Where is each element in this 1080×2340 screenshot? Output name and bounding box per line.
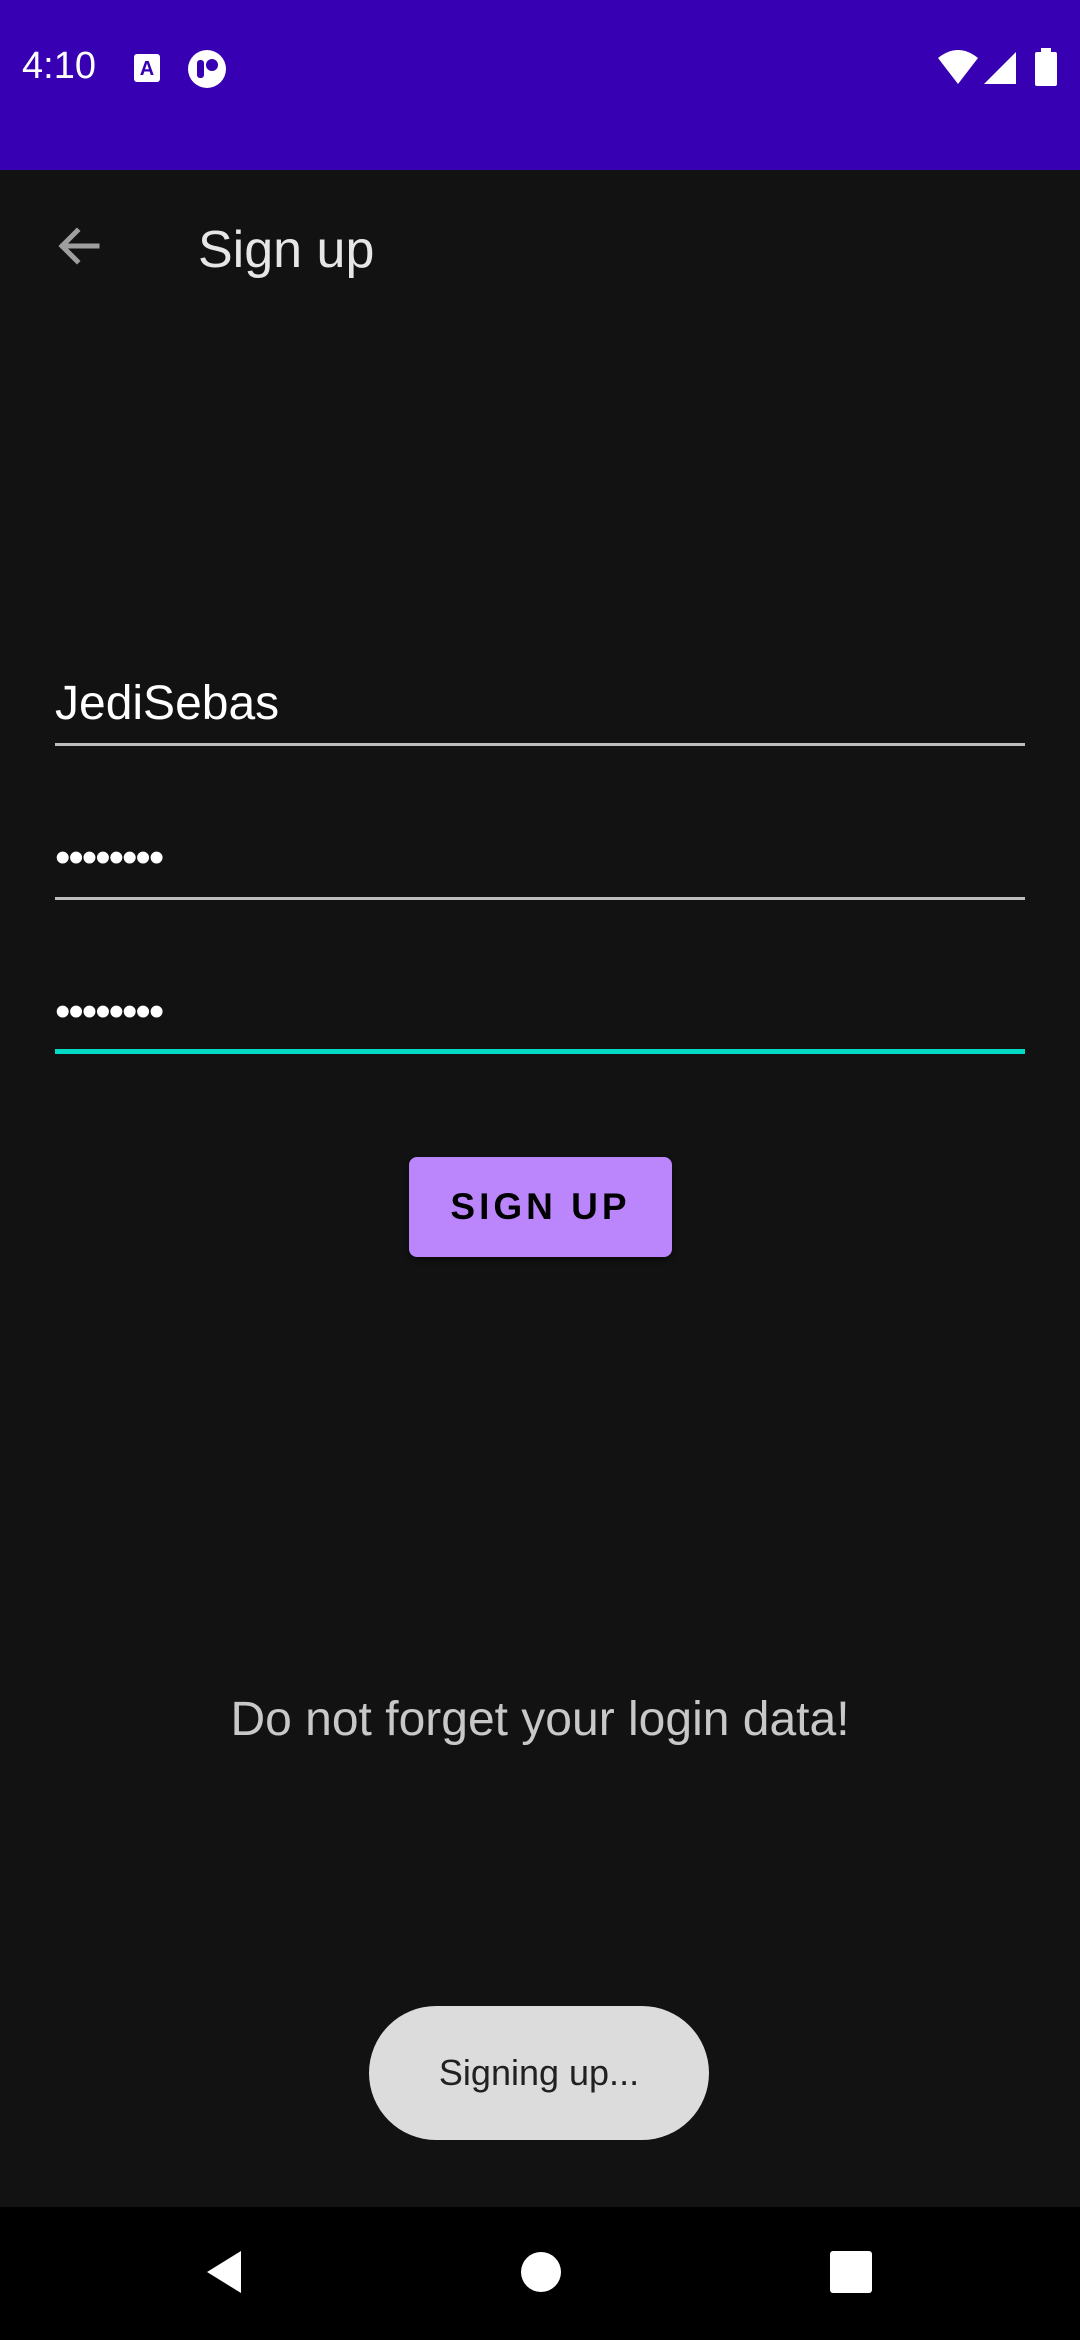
- assistant-icon: [186, 48, 226, 88]
- nav-recents-button[interactable]: [806, 2229, 896, 2319]
- username-underline: [55, 743, 1025, 746]
- nav-home-button[interactable]: [496, 2229, 586, 2319]
- toast-text: Signing up...: [438, 2052, 640, 2093]
- confirm-password-underline: [55, 1049, 1025, 1054]
- nav-back-button[interactable]: [181, 2229, 271, 2319]
- back-button[interactable]: [40, 210, 116, 286]
- page-title: Sign up: [198, 221, 375, 279]
- arrow-back-icon: [53, 221, 103, 276]
- font-a-icon: A: [132, 48, 172, 88]
- cellular-signal-icon: [982, 48, 1018, 88]
- nav-home-icon: [519, 2250, 563, 2299]
- sign-up-screen: 4:10 A Sign up JediSebas •••••••• ••••••…: [0, 0, 1080, 2340]
- svg-text:A: A: [140, 58, 154, 80]
- password-field[interactable]: ••••••••: [55, 790, 1025, 900]
- battery-icon: [1034, 48, 1058, 88]
- username-value: JediSebas: [55, 677, 280, 730]
- status-bar: 4:10 A: [0, 0, 1080, 170]
- confirm-password-field[interactable]: ••••••••: [55, 944, 1025, 1054]
- login-data-hint: Do not forget your login data!: [230, 1693, 850, 1746]
- wifi-icon: [936, 48, 980, 88]
- nav-recents-icon: [829, 2250, 873, 2299]
- password-value: ••••••••: [55, 833, 164, 882]
- navigation-bar: [0, 2207, 1080, 2340]
- app-bar: Sign up: [0, 170, 1080, 330]
- password-underline: [55, 897, 1025, 900]
- toast-message: Signing up...: [369, 2006, 709, 2140]
- sign-up-button[interactable]: SIGN UP: [409, 1157, 672, 1257]
- confirm-password-value: ••••••••: [55, 987, 164, 1036]
- nav-back-icon: [201, 2247, 251, 2302]
- username-field[interactable]: JediSebas: [55, 636, 1025, 746]
- status-time: 4:10: [22, 45, 96, 87]
